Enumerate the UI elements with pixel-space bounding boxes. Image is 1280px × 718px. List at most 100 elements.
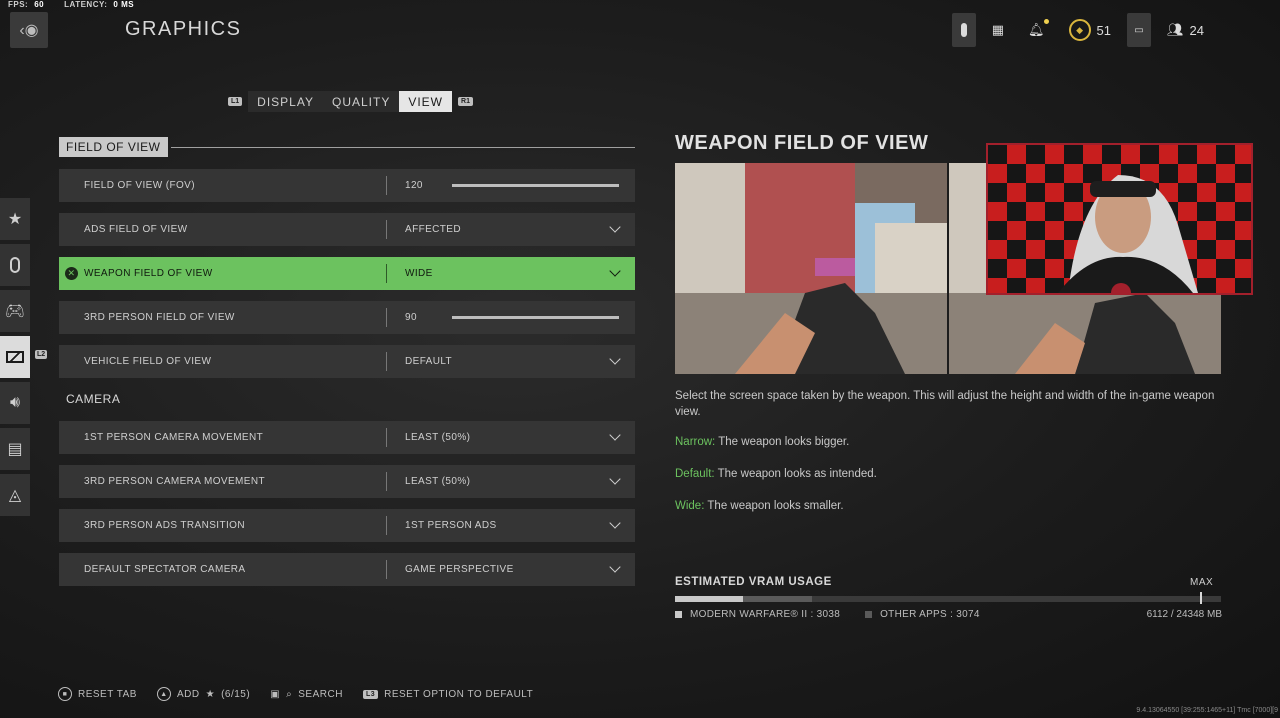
tab-display[interactable]: DISPLAY [248, 91, 323, 112]
setting-label: VEHICLE FIELD OF VIEW [84, 356, 212, 367]
vram-max-label: MAX [1190, 577, 1214, 588]
setting-row-ads-fov[interactable]: ADS FIELD OF VIEW AFFECTED [59, 213, 635, 246]
fov-slider[interactable] [452, 184, 619, 187]
setting-row-ads-transition[interactable]: 3RD PERSON ADS TRANSITION 1ST PERSON ADS [59, 509, 635, 542]
party-button[interactable]: 👥︎ 24 [1159, 13, 1212, 47]
rail-network[interactable]: ◬ [0, 474, 30, 516]
webcam-overlay [986, 143, 1253, 295]
info-description: Select the screen space taken by the wea… [675, 390, 1215, 418]
info-option-default: Default: The weapon looks as intended. [675, 468, 877, 480]
chevron-down-icon [609, 221, 621, 233]
reset-option-action[interactable]: L3 RESET OPTION TO DEFAULT [362, 688, 534, 700]
chevron-down-icon [609, 353, 621, 365]
build-version: 9.4.13064550 [39:255:1465+11] Tmc [7000]… [1136, 707, 1278, 714]
controller-button[interactable] [951, 13, 976, 47]
search-label: SEARCH [298, 688, 343, 700]
tab-quality[interactable]: QUALITY [323, 91, 399, 112]
slider-fill [452, 184, 619, 187]
info-option-narrow: Narrow: The weapon looks bigger. [675, 436, 849, 448]
setting-row-weapon-fov[interactable]: ✕ WEAPON FIELD OF VIEW WIDE [59, 257, 635, 290]
star-icon: ★ [205, 688, 216, 700]
tab-next-key: R1 [458, 97, 473, 106]
controller-icon [960, 23, 967, 37]
info-option-wide: Wide: The weapon looks smaller. [675, 500, 844, 512]
reset-option-key: L3 [362, 689, 379, 699]
setting-label: FIELD OF VIEW (FOV) [84, 180, 195, 191]
section-field-of-view: FIELD OF VIEW [59, 137, 635, 157]
interface-icon: ▤ [7, 441, 23, 458]
setting-row-vehicle-fov[interactable]: VEHICLE FIELD OF VIEW DEFAULT [59, 345, 635, 378]
vram-legend-mw: MODERN WARFARE® II : 3038 [675, 609, 840, 620]
notifications-button[interactable]: 🔔︎ [1020, 13, 1053, 47]
rail-audio[interactable]: 🔊︎ [0, 382, 30, 424]
footer-actions: ■ RESET TAB ▲ ADD ★ (6/15) ▣ ⌕ SEARCH L3… [58, 687, 533, 701]
performance-overlay: FPS: 60 LATENCY: 0 MS [8, 0, 148, 9]
vram-max-marker [1200, 592, 1202, 604]
option-text: The weapon looks bigger. [715, 436, 850, 448]
tab-view[interactable]: VIEW [399, 91, 453, 112]
triangle-button-icon: ▲ [156, 687, 171, 701]
setting-row-3rd-person-camera[interactable]: 3RD PERSON CAMERA MOVEMENT LEAST (50%) [59, 465, 635, 498]
profile-button[interactable]: ▭ [1127, 13, 1152, 47]
fps-value: 60 [34, 0, 45, 9]
chevron-down-icon [609, 429, 621, 441]
section-camera: CAMERA [59, 389, 635, 409]
notification-dot [1043, 19, 1049, 24]
vram-total: 6112 / 24348 MB [1146, 609, 1222, 620]
section-title: CAMERA [66, 392, 121, 406]
latency-value: 0 MS [113, 0, 135, 9]
legend-swatch [865, 610, 873, 618]
rail-interface[interactable]: ▤ [0, 428, 30, 470]
setting-row-fov[interactable]: FIELD OF VIEW (FOV) 120 [59, 169, 635, 202]
setting-label: ADS FIELD OF VIEW [84, 224, 188, 235]
speaker-icon: 🔊︎ [9, 394, 21, 411]
section-title: FIELD OF VIEW [59, 137, 168, 157]
reset-tab-label: RESET TAB [78, 688, 137, 700]
slider-fill [452, 316, 619, 319]
chevron-down-icon [609, 473, 621, 485]
circle-button-icon: ■ [58, 687, 72, 701]
setting-label: 1ST PERSON CAMERA MOVEMENT [84, 432, 264, 443]
rail-graphics[interactable] [0, 336, 30, 378]
setting-value: DEFAULT [405, 356, 453, 367]
back-button[interactable]: ‹◉ [10, 12, 48, 48]
fps-label: FPS: [8, 0, 29, 9]
option-text: The weapon looks smaller. [704, 500, 844, 512]
vram-mw-segment [675, 596, 744, 602]
3rd-person-fov-slider[interactable] [452, 316, 619, 319]
rail-mouse[interactable] [0, 244, 30, 286]
add-label: ADD [176, 688, 200, 700]
setting-row-1st-person-camera[interactable]: 1ST PERSON CAMERA MOVEMENT LEAST (50%) [59, 421, 635, 454]
vram-title: ESTIMATED VRAM USAGE [675, 576, 832, 588]
chevron-down-icon [609, 517, 621, 529]
gamepad-icon: 🎮︎ [4, 303, 26, 320]
add-favorite-action[interactable]: ▲ ADD ★ (6/15) [156, 687, 250, 701]
level-display[interactable]: ◆ 51 [1061, 13, 1119, 47]
vram-legend: MODERN WARFARE® II : 3038 OTHER APPS : 3… [675, 609, 980, 620]
setting-value: LEAST (50%) [405, 476, 471, 487]
chevron-down-icon [609, 265, 621, 277]
back-icon: ‹◉ [19, 22, 39, 39]
level-value: 51 [1096, 22, 1112, 38]
vram-usage-bar [675, 596, 1221, 602]
reset-tab-action[interactable]: ■ RESET TAB [58, 687, 137, 701]
party-count: 24 [1189, 22, 1204, 38]
tab-bar: DISPLAY QUALITY VIEW [248, 91, 453, 112]
legend-swatch [675, 610, 682, 618]
option-key: Default: [675, 468, 715, 480]
latency-label: LATENCY: [64, 0, 108, 9]
streamer-figure [1058, 175, 1198, 293]
rail-favorites[interactable]: ★ [0, 198, 30, 240]
setting-row-spectator-camera[interactable]: DEFAULT SPECTATOR CAMERA GAME PERSPECTIV… [59, 553, 635, 586]
party-icon: 👥︎ [1167, 22, 1184, 37]
setting-label: DEFAULT SPECTATOR CAMERA [84, 564, 246, 575]
setting-value: LEAST (50%) [405, 432, 471, 443]
touchpad-icon: ▣ [270, 688, 281, 700]
grid-menu-button[interactable]: ▦ [984, 13, 1012, 47]
grid-icon: ▦ [991, 22, 1005, 37]
rail-controller[interactable]: 🎮︎ [0, 290, 30, 332]
setting-row-3rd-person-fov[interactable]: 3RD PERSON FIELD OF VIEW 90 [59, 301, 635, 334]
reset-option-label: RESET OPTION TO DEFAULT [384, 688, 534, 700]
search-action[interactable]: ▣ ⌕ SEARCH [270, 689, 343, 700]
setting-label: 3RD PERSON ADS TRANSITION [84, 520, 245, 531]
